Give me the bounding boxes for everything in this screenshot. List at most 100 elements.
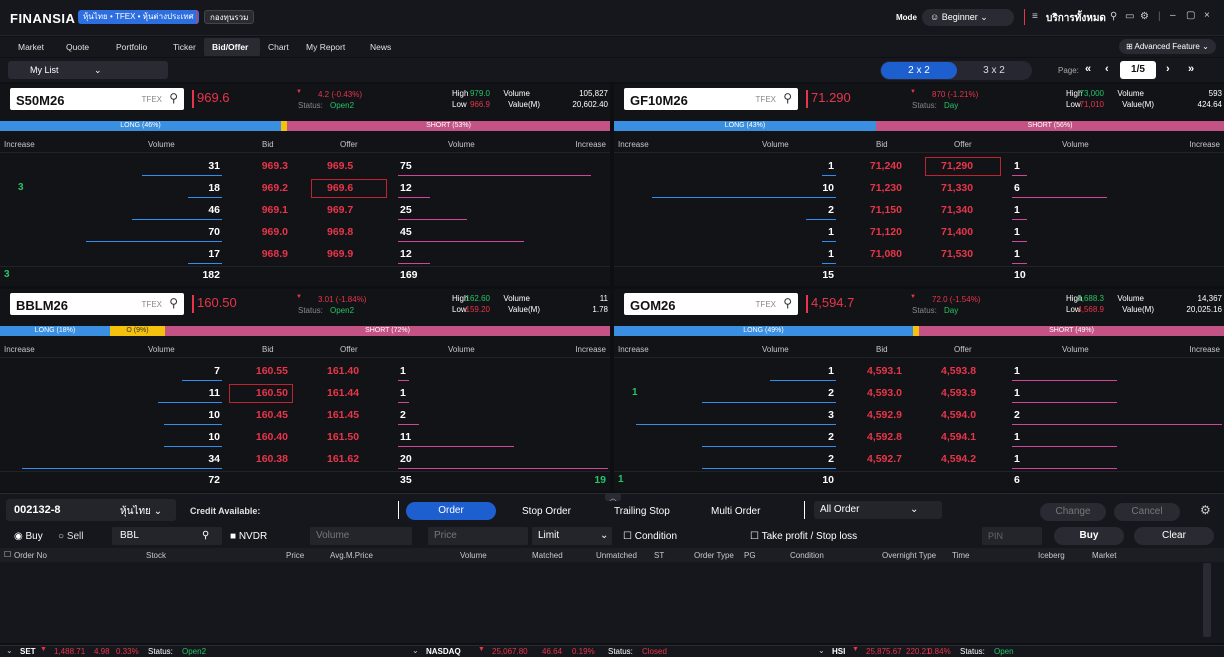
order-col-header: Time [952,551,970,560]
price-change: 3.01 (-1.84%) [318,295,367,304]
menu-chart[interactable]: Chart [268,42,289,52]
price-change: 870 (-1.21%) [932,90,979,99]
offer-volume-bar [1012,468,1117,469]
chevron-down-icon[interactable]: ⌄ [412,646,419,655]
my-list-dropdown[interactable]: My List ⌄ [8,61,168,79]
offer-volume: 1 [1014,365,1020,377]
stock-input[interactable]: BBL ⚲ [112,527,222,545]
bid-volume-bar [822,263,836,264]
last-page-icon[interactable]: » [1188,63,1194,75]
layout-2x2-button[interactable]: 2 x 2 [881,62,957,79]
stock-market-pill[interactable]: หุ้นไทย • TFEX • หุ้นต่างประเทศ [78,10,199,24]
offer-volume-bar [1012,424,1222,425]
nvdr-checkbox[interactable]: ■ NVDR [230,531,267,542]
condition-label: Condition [634,531,678,542]
symbol-input[interactable]: BBLM26 TFEX ⚲ [10,293,184,315]
take-profit-checkbox[interactable]: ☐ Take profit / Stop loss [750,531,857,542]
order-type-dropdown[interactable]: Limit ⌄ [532,527,612,545]
menu-ticker[interactable]: Ticker [173,42,196,52]
price-input[interactable]: Price [428,527,528,545]
value-label: Value(M) [508,100,540,109]
volume-input[interactable]: Volume [310,527,412,545]
condition-checkbox[interactable]: ☐ Condition [623,531,677,542]
search-icon[interactable]: ⚲ [783,296,792,310]
link-icon[interactable]: ⚲ [1110,11,1117,22]
fund-pill[interactable]: กองทุนรวม [204,10,255,24]
screen-icon[interactable]: ▭ [1125,11,1134,22]
chevron-down-icon[interactable]: ⌄ [818,646,825,655]
long-bar: LONG (49%) [614,326,913,336]
bid-volume: 18 [208,182,220,194]
sell-radio[interactable]: ○ Sell [58,531,84,542]
long-bar: LONG (43%) [614,121,876,131]
buy-radio[interactable]: ◉ Buy [14,531,43,542]
menu-quote[interactable]: Quote [66,42,89,52]
cancel-button[interactable]: Cancel [1114,503,1180,521]
bid-offer-panel: GOM26 TFEX ⚲ 4,594.7 ▼ 72.0 (-1.54%) Status: Da… [614,289,1224,491]
order-filter-dropdown[interactable]: All Order ⌄ [814,501,942,519]
market-selector[interactable]: หุ้นไทย ⌄ [120,504,162,519]
mode-selector[interactable]: ☺ Beginner ⌄ [922,9,1014,26]
clear-button[interactable]: Clear [1134,527,1214,545]
bid-volume: 7 [214,365,220,377]
order-col-header: Iceberg [1038,551,1065,560]
menu-portfolio[interactable]: Portfolio [116,42,147,52]
gear-icon[interactable]: ⚙ [1200,503,1211,517]
maximize-icon[interactable]: ▢ [1186,10,1195,21]
prev-page-icon[interactable]: ‹ [1105,63,1109,75]
layout-3x2-button[interactable]: 3 x 2 [957,62,1031,79]
bid-price: 71,080 [869,248,902,260]
offer-volume-bar [398,197,430,198]
tab-trailing-stop[interactable]: Trailing Stop [614,506,670,517]
menu-market[interactable]: Market [18,42,44,52]
search-icon[interactable]: ⚲ [783,91,792,105]
collapse-icon[interactable]: ︿ [605,493,621,502]
offer-volume-bar [1012,263,1027,264]
index-percent: 0.19% [572,647,595,656]
menu-icon[interactable]: ≡ [1032,11,1038,22]
bid-price: 4,592.9 [866,409,902,421]
change-button[interactable]: Change [1040,503,1106,521]
price-flag [192,90,194,108]
index-change: 220.21 [906,647,931,656]
menu-news[interactable]: News [370,42,391,52]
minimize-icon[interactable]: – [1170,10,1176,21]
page-indicator[interactable]: 1/5 [1120,61,1156,79]
tab-order[interactable]: Order [406,502,496,520]
bid-volume-bar [164,424,222,425]
increase-left: 1 [632,387,638,398]
settings-icon[interactable]: ⚙ [1140,11,1149,22]
close-icon[interactable]: × [1204,10,1210,21]
tab-stop-order[interactable]: Stop Order [522,506,571,517]
advanced-feature-button[interactable]: ⊞ Advanced Feature ⌄ [1119,39,1216,54]
buy-button[interactable]: Buy [1054,527,1124,545]
all-services-label[interactable]: บริการทั้งหมด [1046,11,1106,26]
symbol-input[interactable]: GOM26 TFEX ⚲ [624,293,798,315]
offer-volume-bar [398,402,409,403]
search-icon[interactable]: ⚲ [169,91,178,105]
last-price: 4,594.7 [811,295,855,310]
chevron-down-icon[interactable]: ⌄ [6,646,13,655]
first-page-icon[interactable]: « [1085,63,1091,75]
symbol-input[interactable]: S50M26 TFEX ⚲ [10,88,184,110]
account-number: 002132-8 [14,504,61,516]
status-label: Status: [912,306,937,315]
offer-price: 71,340 [941,204,974,216]
menu-bid-offer[interactable]: Bid/Offer [212,42,248,52]
bid-volume-bar [188,197,222,198]
pin-input[interactable]: PIN [982,527,1042,545]
search-icon[interactable]: ⚲ [169,296,178,310]
divider [398,501,399,519]
offer-price: 969.8 [327,226,354,238]
scrollbar[interactable] [1203,563,1211,637]
menu-my-report[interactable]: My Report [306,42,345,52]
order-col-header: Order No [14,551,47,560]
select-all-checkbox[interactable]: ☐ [4,550,11,559]
tab-multi-order[interactable]: Multi Order [711,506,760,517]
offer-volume: 45 [400,226,412,238]
symbol-input[interactable]: GF10M26 TFEX ⚲ [624,88,798,110]
price-flag [192,295,194,313]
bid-volume: 10 [208,409,220,421]
next-page-icon[interactable]: › [1166,63,1170,75]
mode-value: Beginner [941,12,978,22]
